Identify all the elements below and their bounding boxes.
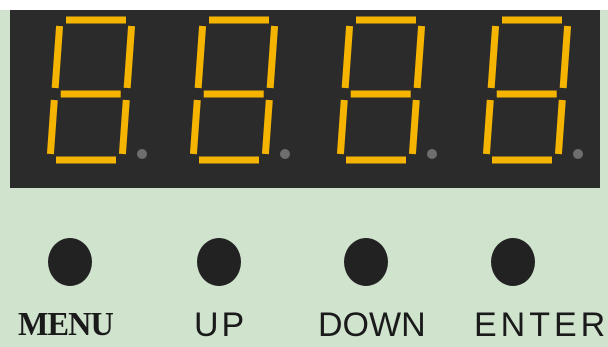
menu-button[interactable] bbox=[48, 238, 92, 286]
digit-2-segment-f bbox=[194, 25, 207, 89]
digit-4-segment-b bbox=[559, 25, 572, 89]
digit-2-decimal-point bbox=[280, 149, 290, 159]
digit-2-segment-c bbox=[261, 99, 273, 155]
digit-2-segment-b bbox=[266, 25, 279, 89]
up-button[interactable] bbox=[197, 238, 241, 286]
digit-1-segment-e bbox=[46, 99, 58, 155]
digit-3-decimal-point bbox=[427, 149, 437, 159]
digit-1-segment-f bbox=[51, 25, 64, 89]
digit-3-segment-c bbox=[408, 99, 420, 155]
control-panel: MENU UP DOWN ENTER bbox=[0, 0, 608, 347]
seven-segment-display bbox=[10, 10, 600, 188]
menu-label: MENU bbox=[18, 306, 114, 343]
top-margin bbox=[0, 0, 608, 10]
digit-1-segment-c bbox=[118, 99, 130, 155]
digit-4-decimal-point bbox=[573, 149, 583, 159]
digit-3-segment-b bbox=[413, 25, 426, 89]
down-button[interactable] bbox=[344, 238, 388, 286]
display-segments bbox=[46, 16, 583, 164]
enter-button[interactable] bbox=[491, 238, 535, 286]
enter-label: ENTER bbox=[474, 306, 608, 344]
digit-1-segment-b bbox=[123, 25, 136, 89]
digit-4-segment-e bbox=[482, 99, 494, 155]
digit-3-segment-e bbox=[336, 99, 348, 155]
up-label: UP bbox=[194, 306, 248, 344]
digit-4-segment-f bbox=[487, 25, 500, 89]
down-label: DOWN bbox=[318, 306, 426, 344]
digit-2-segment-e bbox=[189, 99, 201, 155]
digit-1-decimal-point bbox=[137, 149, 147, 159]
digit-4-segment-c bbox=[554, 99, 566, 155]
digit-3-segment-f bbox=[341, 25, 354, 89]
